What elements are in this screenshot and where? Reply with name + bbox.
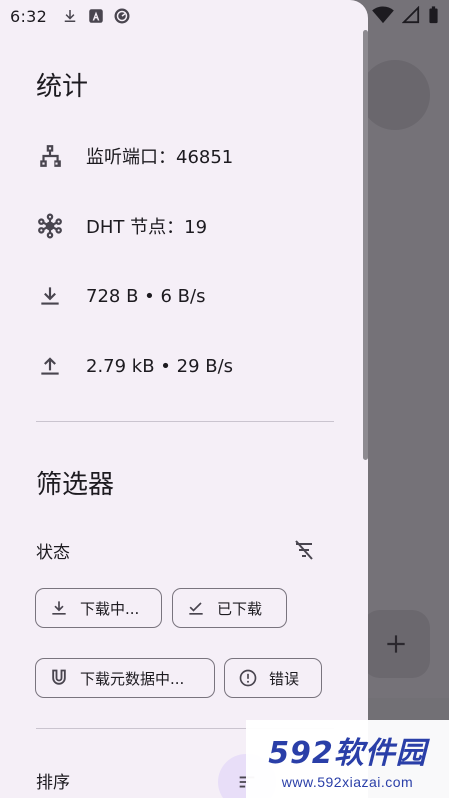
filter-chip-downloading-metadata[interactable]: 下载元数据中... [35, 658, 215, 698]
sync-circle-icon [114, 8, 130, 24]
download-stats-text: 728 B • 6 B/s [86, 285, 206, 307]
upload-stats-row: 2.79 kB • 29 B/s [36, 346, 233, 386]
status-bar: 6:32 [0, 0, 449, 32]
filter-chip-error[interactable]: 错误 [224, 658, 322, 698]
watermark-url: www.592xiazai.com [281, 774, 414, 790]
wifi-icon [372, 6, 394, 24]
watermark-logo: 592软件园 [268, 736, 427, 771]
filter-chip-downloading[interactable]: 下载中... [35, 588, 162, 628]
watermark: 592软件园 www.592xiazai.com [246, 720, 449, 798]
filter-chip-downloaded[interactable]: 已下载 [172, 588, 287, 628]
download-icon [36, 282, 64, 310]
signal-icon [402, 6, 420, 24]
clear-filter-button[interactable] [290, 536, 318, 564]
chip-label: 下载中... [80, 599, 140, 618]
sort-label: 排序 [36, 773, 70, 793]
chip-label: 下载元数据中... [80, 669, 185, 688]
divider [36, 421, 334, 422]
download-icon [48, 597, 70, 619]
download-stats-row: 728 B • 6 B/s [36, 276, 205, 316]
filter-off-icon [295, 540, 313, 560]
add-torrent-fab[interactable] [362, 610, 430, 678]
drawer-scrollbar[interactable] [363, 30, 368, 460]
network-icon [36, 142, 64, 170]
plus-icon [387, 635, 405, 653]
chip-label: 错误 [269, 669, 300, 688]
dht-hub-icon [36, 212, 64, 240]
stats-section-title: 统计 [36, 72, 89, 102]
download-notification-icon [64, 10, 76, 22]
battery-icon [429, 6, 438, 24]
filters-section-title: 筛选器 [36, 470, 115, 500]
checkmark-icon [185, 597, 207, 619]
background-toolbar [360, 60, 430, 130]
listening-port-text: 监听端口：46851 [86, 147, 234, 168]
chip-label: 已下载 [217, 599, 263, 618]
dht-nodes-row: DHT 节点：19 [36, 206, 207, 246]
error-icon [237, 667, 259, 689]
status-time: 6:32 [10, 6, 48, 26]
dht-nodes-text: DHT 节点：19 [86, 217, 208, 238]
magnet-icon [48, 667, 70, 689]
upload-stats-text: 2.79 kB • 29 B/s [86, 355, 234, 377]
listening-port-row: 监听端口：46851 [36, 136, 233, 176]
navigation-drawer: 统计 监听端口：46851 DHT 节点：19 728 B • 6 B/s 2.… [0, 0, 368, 798]
state-filter-label: 状态 [36, 543, 70, 563]
app-a-icon [89, 9, 103, 23]
upload-icon [36, 352, 64, 380]
